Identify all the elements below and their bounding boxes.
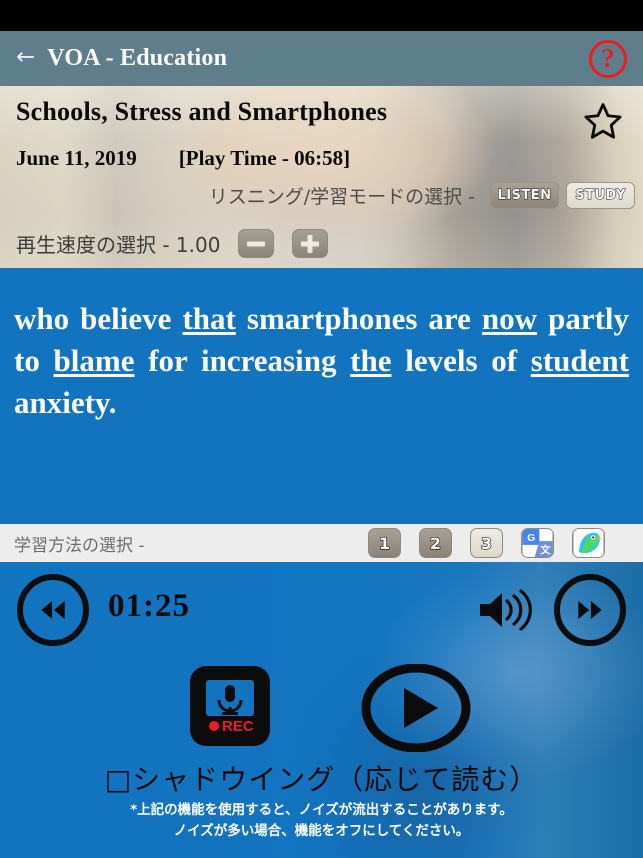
transcript-word[interactable]: blame [54,343,135,378]
fast-forward-button[interactable] [554,574,626,646]
shadowing-note: *上記の機能を使用すると、ノイズが流出することがあります。 ノイズが多い場合、機… [0,800,643,842]
fast-forward-icon [578,601,602,619]
transcript-word[interactable]: to [14,343,40,378]
google-translate-icon[interactable]: G 文 [521,528,554,558]
transcript-word[interactable]: increasing [201,343,337,378]
plus-icon-bar-v [307,234,313,253]
shadowing-note-line-1: *上記の機能を使用すると、ノイズが流出することがあります。 [130,802,513,818]
rewind-button[interactable] [17,574,89,646]
study-method-button-3[interactable]: 3 [470,528,503,558]
question-mark-icon[interactable]: ? [589,39,627,78]
svg-text:G: G [527,533,535,544]
speed-increase-button[interactable] [292,229,329,258]
elapsed-time: 01:25 [108,588,190,624]
play-button[interactable] [360,663,472,753]
article-date: June 11, 2019 [16,146,137,170]
speed-decrease-button[interactable] [238,229,275,258]
playback-speed-label: 再生速度の選択 - 1.00 [16,233,221,257]
transcript-word[interactable]: anxiety. [14,385,116,420]
transcript-word[interactable]: smartphones [247,301,418,336]
microphone-rec-icon: REC [206,680,254,735]
transcript-sentence: who believe that smartphones are now par… [14,298,629,424]
svg-text:REC: REC [222,718,254,735]
study-method-button-1[interactable]: 1 [368,528,401,558]
papago-parrot-svg [573,529,604,557]
app-bar: ← VOA - Education ? [0,31,643,86]
star-outline-icon[interactable] [581,100,625,142]
transcript-word[interactable]: levels [405,343,477,378]
article-header: Schools, Stress and Smartphones June 11,… [0,86,643,268]
rewind-icon [41,601,65,619]
transcript-word[interactable]: of [491,343,517,378]
minus-icon [247,241,266,246]
papago-parrot-icon[interactable] [572,528,605,558]
google-translate-svg: G 文 [522,529,553,557]
transcript-word[interactable]: the [350,343,391,378]
volume-high-icon[interactable] [476,588,538,632]
listen-mode-button[interactable]: LISTEN [490,182,559,209]
transcript-word[interactable]: for [148,343,187,378]
study-method-bar: 学習方法の選択 - 1 2 3 G 文 [0,522,643,562]
article-meta: June 11, 2019 [Play Time - 06:58] [16,146,627,171]
transcript-word[interactable]: who [14,301,69,336]
page-title: Schools, Stress and Smartphones [16,97,388,126]
study-method-label: 学習方法の選択 - [14,535,145,556]
transcript-panel[interactable]: who believe that smartphones are now par… [0,268,643,522]
transcript-word[interactable]: that [182,301,235,336]
app-root: ← VOA - Education ? Schools, Stress and … [0,0,643,858]
study-mode-button[interactable]: STUDY [566,182,635,209]
player-panel: 01:25 REC □シャドウイング（応じて読む） *上記の機能を使用すると、ノ… [0,562,643,858]
app-bar-title: VOA - Education [47,45,228,71]
status-bar [0,0,643,31]
shadowing-toggle-label[interactable]: □シャドウイング（応じて読む） [0,758,643,798]
star-svg [584,103,622,139]
article-play-time: [Play Time - 06:58] [178,146,351,170]
playback-speed-control: 再生速度の選択 - 1.00 [16,229,329,258]
transcript-word[interactable]: student [531,343,629,378]
back-arrow-icon[interactable]: ← [16,45,35,72]
mode-selector: リスニング/学習モードの選択 - LISTEN STUDY [209,182,635,209]
transport-controls: 01:25 [0,574,643,646]
play-icon [361,663,471,753]
study-method-button-2[interactable]: 2 [419,528,452,558]
record-and-play-row: REC [0,663,643,758]
transcript-word[interactable]: partly [548,301,629,336]
volume-svg [480,589,532,631]
record-button[interactable]: REC [190,666,270,746]
svg-text:文: 文 [539,543,551,556]
transcript-word[interactable]: now [482,301,537,336]
transcript-word[interactable]: believe [80,301,171,336]
transcript-word[interactable]: are [428,301,470,336]
shadowing-note-line-2: ノイズが多い場合、機能をオフにしてください。 [173,823,470,839]
study-method-buttons: 1 2 3 G 文 [368,528,629,558]
mode-selector-label: リスニング/学習モードの選択 - [208,186,475,208]
